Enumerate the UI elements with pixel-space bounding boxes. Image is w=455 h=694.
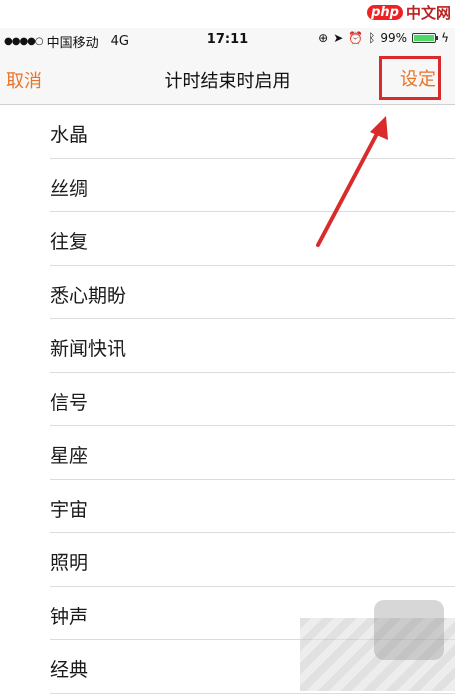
status-right: ⊕ ➤ ⏰ ᛒ 99% ϟ: [318, 31, 449, 45]
list-item-label: 丝绸: [50, 177, 89, 200]
list-item[interactable]: 宇宙: [0, 480, 455, 534]
battery-icon: [412, 33, 439, 43]
assistive-touch-button[interactable]: [374, 600, 444, 660]
status-bar: ●●●●○ 中国移动 4G 17:11 ⊕ ➤ ⏰ ᛒ 99% ϟ: [0, 28, 455, 54]
list-item-label: 新闻快讯: [50, 338, 127, 360]
set-button-label: 设定: [400, 69, 436, 90]
list-item[interactable]: 信号: [0, 373, 455, 427]
location-arrow-icon: ➤: [333, 31, 344, 45]
rotation-lock-icon: ⊕: [318, 31, 329, 45]
list-item-label: 往复: [50, 231, 89, 253]
set-button[interactable]: 设定: [379, 56, 441, 100]
list-item-label: 星座: [50, 445, 89, 467]
list-item-label: 照明: [50, 552, 89, 574]
red-arrow-annotation: [316, 116, 388, 247]
battery-percent: 99%: [380, 31, 408, 45]
list-item-label: 经典: [50, 659, 89, 681]
charging-bolt-icon: ϟ: [441, 31, 449, 45]
battery-fill: [414, 35, 434, 41]
list-item[interactable]: 星座: [0, 426, 455, 480]
bluetooth-icon: ᛒ: [368, 31, 376, 45]
watermark-text: 中文网: [405, 4, 451, 22]
list-item[interactable]: 照明: [0, 533, 455, 587]
navigation-bar: 取消 计时结束时启用 设定: [0, 54, 455, 105]
watermark-badge: php: [367, 5, 403, 20]
list-item-label: 水晶: [50, 124, 89, 146]
list-item-label: 信号: [50, 391, 89, 414]
alarm-icon: ⏰: [348, 31, 364, 45]
list-item-label: 悉心期盼: [50, 284, 127, 307]
list-item-label: 钟声: [50, 605, 89, 628]
list-item[interactable]: 悉心期盼: [0, 266, 455, 320]
site-watermark: php 中文网: [367, 2, 451, 23]
list-item[interactable]: 新闻快讯: [0, 319, 455, 373]
list-item-label: 宇宙: [50, 498, 89, 521]
